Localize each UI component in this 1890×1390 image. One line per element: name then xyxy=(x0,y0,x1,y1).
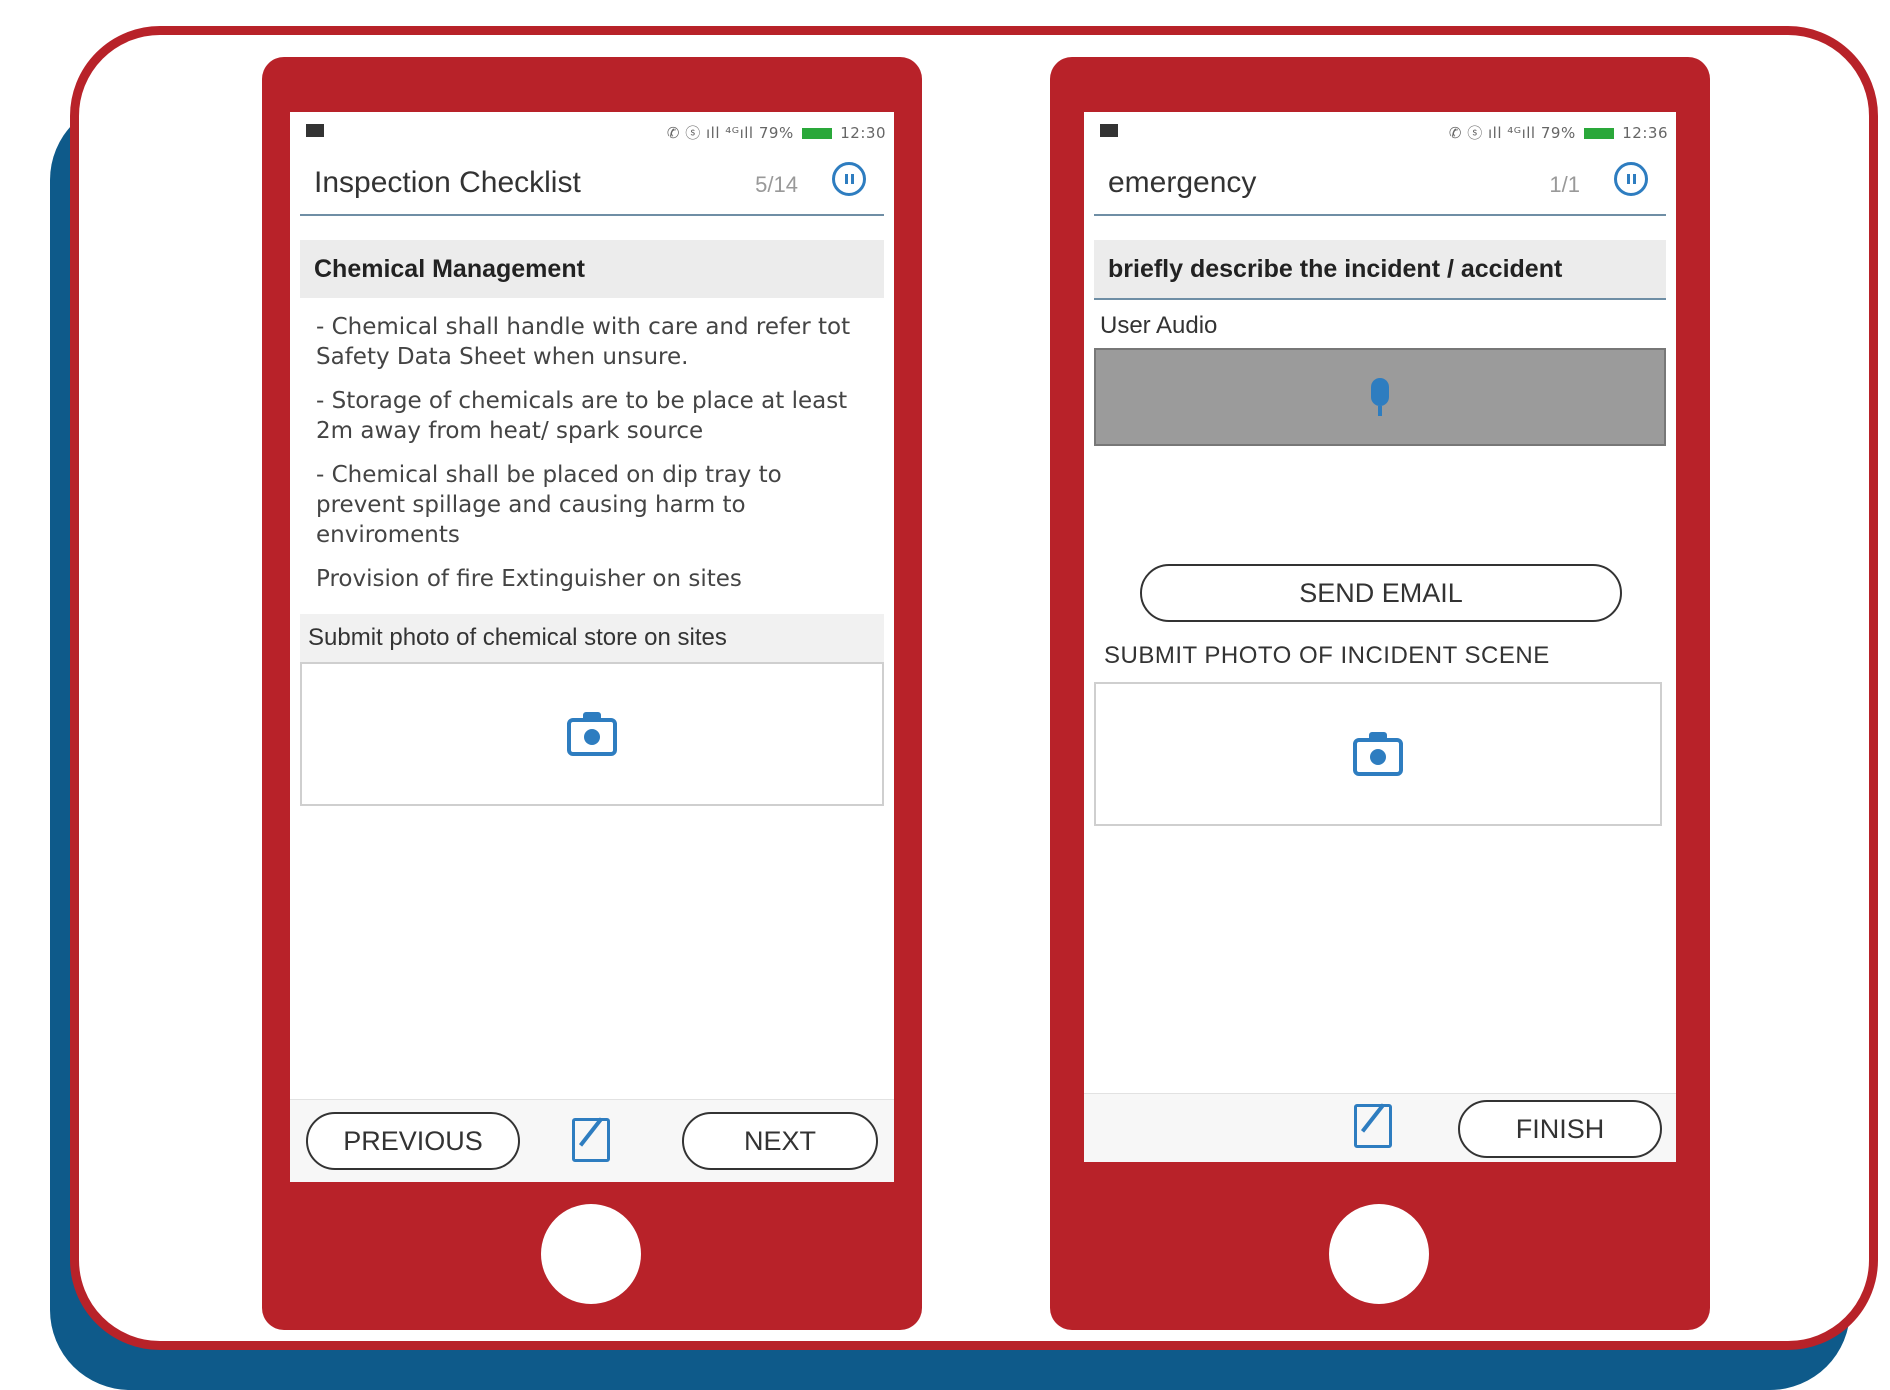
home-button[interactable] xyxy=(541,1204,641,1304)
title-bar: emergency 1/1 xyxy=(1094,152,1666,216)
battery-icon xyxy=(801,128,832,139)
status-bar: ✆ ⓢ ıll ⁴ᴳıll 79% 12:30 xyxy=(290,112,894,152)
checklist-item: - Storage of chemicals are to be place a… xyxy=(316,388,848,444)
right-phone-screen: ✆ ⓢ ıll ⁴ᴳıll 79% 12:36 emergency 1/1 br… xyxy=(1084,112,1676,1162)
camera-icon[interactable] xyxy=(1353,732,1403,776)
checklist-item: Provision of fire Extinguisher on sites xyxy=(316,566,742,592)
status-bar: ✆ ⓢ ıll ⁴ᴳıll 79% 12:36 xyxy=(1084,112,1676,152)
previous-button[interactable]: PREVIOUS xyxy=(306,1112,520,1170)
status-indicators: ✆ ⓢ ıll ⁴ᴳıll 79% xyxy=(1448,124,1576,142)
page-counter: 1/1 xyxy=(1549,172,1580,197)
audio-record-box[interactable] xyxy=(1094,348,1666,446)
microphone-icon[interactable] xyxy=(1371,378,1389,416)
bottom-navigation: FINISH xyxy=(1084,1093,1676,1162)
edit-icon[interactable] xyxy=(1354,1104,1392,1148)
finish-button[interactable]: FINISH xyxy=(1458,1100,1662,1158)
status-indicators: ✆ ⓢ ıll ⁴ᴳıll 79% xyxy=(666,124,794,142)
camera-icon[interactable] xyxy=(567,712,617,756)
bottom-navigation: PREVIOUS NEXT xyxy=(290,1099,894,1182)
checklist-item: - Chemical shall be placed on dip tray t… xyxy=(316,462,782,548)
left-phone-screen: ✆ ⓢ ıll ⁴ᴳıll 79% 12:30 Inspection Check… xyxy=(290,112,894,1182)
gallery-icon xyxy=(306,124,324,137)
checklist-item: - Chemical shall handle with care and re… xyxy=(316,314,851,370)
title-bar: Inspection Checklist 5/14 xyxy=(300,152,884,216)
battery-icon xyxy=(1583,128,1614,139)
audio-label: User Audio xyxy=(1100,312,1218,339)
page-title: emergency xyxy=(1108,166,1257,199)
section-title: Chemical Management xyxy=(300,240,884,298)
next-button[interactable]: NEXT xyxy=(682,1112,878,1170)
left-phone-frame: ✆ ⓢ ıll ⁴ᴳıll 79% 12:30 Inspection Check… xyxy=(262,57,922,1330)
send-email-button[interactable]: SEND EMAIL xyxy=(1140,564,1622,622)
status-time: 12:30 xyxy=(840,124,886,142)
edit-icon[interactable] xyxy=(572,1118,610,1162)
pause-icon[interactable] xyxy=(1614,162,1648,196)
photo-upload-box[interactable] xyxy=(300,662,884,806)
photo-label: SUBMIT PHOTO OF INCIDENT SCENE xyxy=(1104,642,1550,669)
pause-icon[interactable] xyxy=(832,162,866,196)
page-counter: 5/14 xyxy=(755,172,798,197)
page-title: Inspection Checklist xyxy=(314,166,581,199)
status-time: 12:36 xyxy=(1622,124,1668,142)
section-title: briefly describe the incident / accident xyxy=(1094,240,1666,300)
gallery-icon xyxy=(1100,124,1118,137)
right-phone-frame: ✆ ⓢ ıll ⁴ᴳıll 79% 12:36 emergency 1/1 br… xyxy=(1050,57,1710,1330)
home-button[interactable] xyxy=(1329,1204,1429,1304)
photo-upload-box[interactable] xyxy=(1094,682,1662,826)
photo-label: Submit photo of chemical store on sites xyxy=(300,614,884,662)
